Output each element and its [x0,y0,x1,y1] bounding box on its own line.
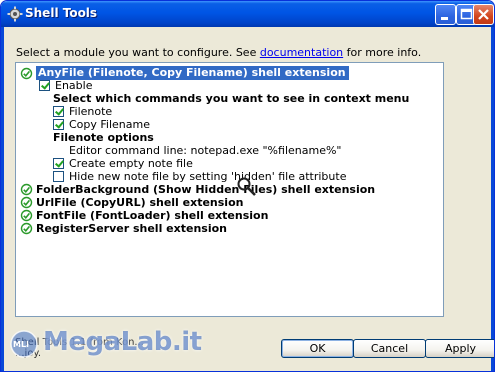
module-label-folderbackground: FolderBackground (Show Hidden Files) she… [36,183,376,196]
documentation-link[interactable]: documentation [260,46,343,59]
window-title: Shell Tools [25,6,98,20]
module-item-anyfile[interactable]: AnyFile (Filenote, Copy Filename) shell … [20,66,349,80]
module-tree[interactable]: AnyFile (Filenote, Copy Filename) shell … [15,62,444,317]
hide-note-checkbox-row[interactable]: Hide new note file by setting 'hidden' f… [53,170,346,183]
editor-command-line[interactable]: Editor command line: notepad.exe "%filen… [69,144,341,157]
module-gear-icon [20,67,33,79]
footer-line-2: ...joy. [15,348,42,359]
create-empty-checkbox-row[interactable]: Create empty note file [53,157,193,170]
ok-button[interactable]: OK [281,339,354,358]
filenote-checkbox-row[interactable]: Filenote [53,105,112,118]
close-button[interactable] [473,4,494,25]
enable-checkbox-row[interactable]: Enable [39,79,92,92]
commands-heading: Select which commands you want to see in… [53,92,409,105]
hide-note-label: Hide new note file by setting 'hidden' f… [69,170,347,183]
module-gear-icon [20,196,33,209]
filenote-options-heading: Filenote options [53,131,154,144]
commands-heading-text: Select which commands you want to see in… [53,92,410,105]
module-item-registerserver[interactable]: RegisterServer shell extension [20,222,227,235]
module-label-fontfile: FontFile (FontLoader) shell extension [36,209,269,222]
filenote-label: Filenote [69,105,113,118]
window-border-right [491,27,494,371]
module-item-folderbackground[interactable]: FolderBackground (Show Hidden Files) she… [20,183,375,196]
copyfilename-checkbox-row[interactable]: Copy Filename [53,118,150,131]
instruction-text: Select a module you want to configure. S… [16,46,421,59]
module-gear-icon [20,222,33,235]
create-empty-checkbox[interactable] [53,158,64,169]
cancel-button[interactable]: Cancel [353,339,426,358]
filenote-options-text: Filenote options [53,131,154,144]
module-item-fontfile[interactable]: FontFile (FontLoader) shell extension [20,209,268,222]
copyfilename-label: Copy Filename [69,118,151,131]
module-label-registerserver: RegisterServer shell extension [36,222,227,235]
module-label-urlfile: UrlFile (CopyURL) shell extension [36,196,244,209]
hide-note-checkbox[interactable] [53,171,64,182]
instruction-suffix: for more info. [343,46,422,59]
enable-checkbox[interactable] [39,80,50,91]
minimize-icon [441,17,448,20]
enable-label: Enable [55,79,93,92]
editor-command-text: Editor command line: notepad.exe "%filen… [69,144,342,157]
module-gear-icon [20,209,33,222]
module-gear-icon [20,183,33,196]
gear-icon [7,6,23,22]
title-bar[interactable]: Shell Tools [1,1,494,27]
instruction-prefix: Select a module you want to configure. S… [16,46,260,59]
create-empty-label: Create empty note file [69,157,193,170]
filenote-checkbox[interactable] [53,106,64,117]
footer-line-1: Shell Tools 1.1 from Kon... [15,337,144,348]
module-label-anyfile: AnyFile (Filenote, Copy Filename) shell … [36,66,349,80]
window-border-left [1,27,4,371]
magnifier-cursor-icon [237,177,256,196]
copyfilename-checkbox[interactable] [53,119,64,130]
module-item-urlfile[interactable]: UrlFile (CopyURL) shell extension [20,196,243,209]
minimize-button[interactable] [435,4,456,25]
close-icon [478,9,489,20]
apply-button[interactable]: Apply [425,339,494,358]
shell-tools-window: Shell Tools Select a module you want to … [0,0,495,372]
